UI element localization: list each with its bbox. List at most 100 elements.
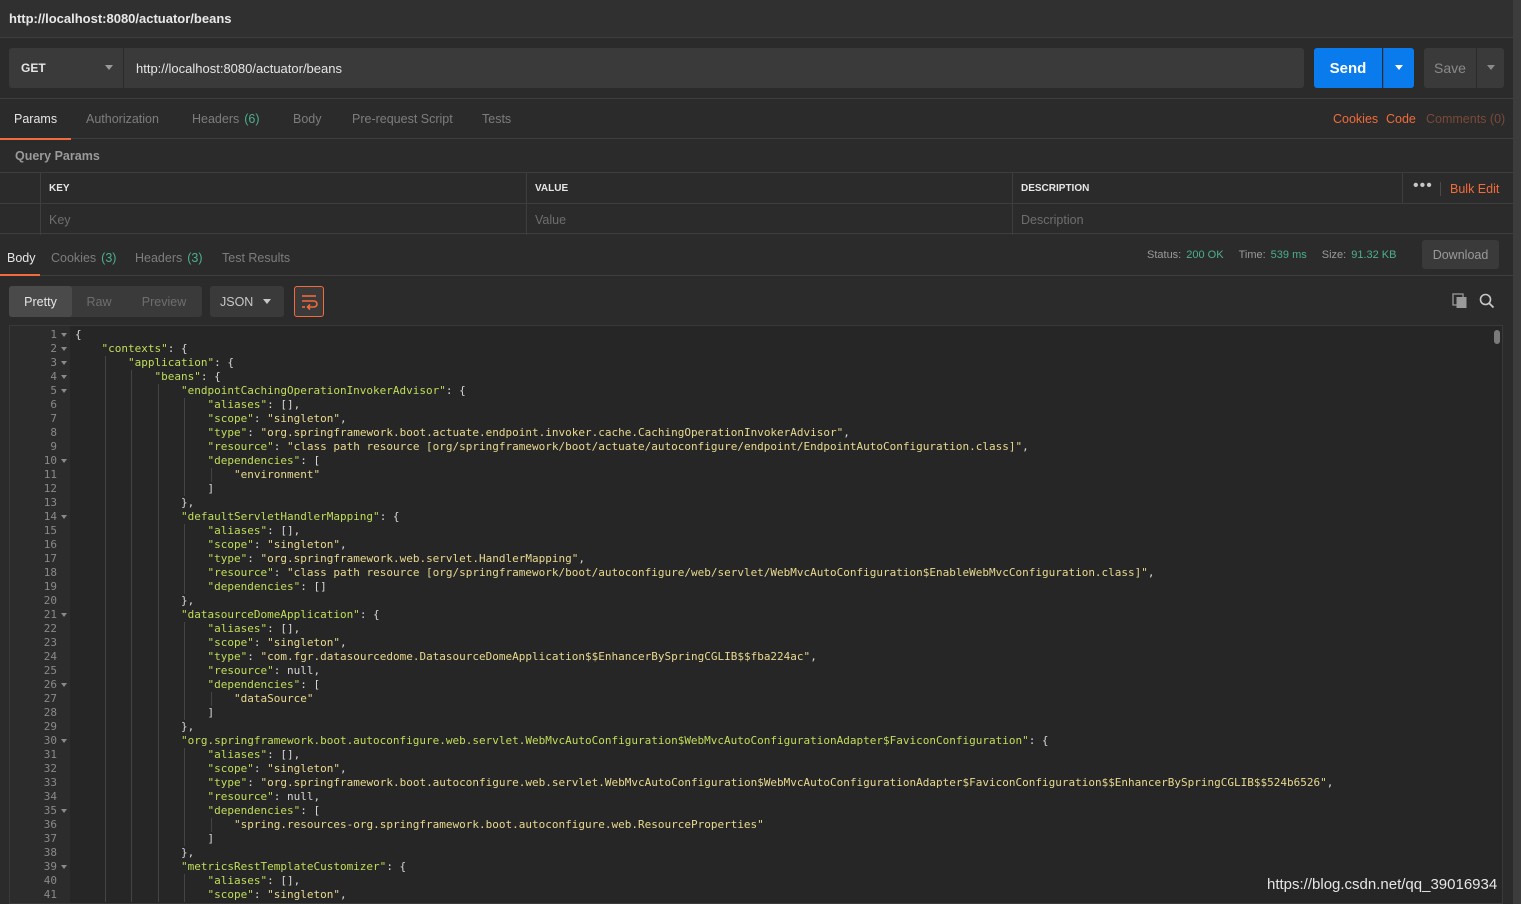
send-options-button[interactable] [1383, 48, 1414, 88]
indent-guide [157, 426, 159, 440]
line-number: 25 [43, 664, 57, 677]
code-link[interactable]: Code [1386, 112, 1416, 126]
description-input[interactable]: Description [1012, 204, 1513, 235]
tab-response-body[interactable]: Body [0, 240, 39, 276]
json-key: "type" [207, 552, 248, 565]
tab-body[interactable]: Body [293, 99, 322, 139]
chevron-down-icon [105, 65, 113, 70]
raw-button[interactable]: Raw [72, 286, 126, 317]
fold-arrow-icon[interactable] [61, 739, 67, 743]
preview-button[interactable]: Preview [126, 286, 202, 317]
indent-guide [157, 664, 159, 678]
indent-guide [131, 622, 132, 636]
code-punct: , [1147, 566, 1155, 579]
line-number: 33 [43, 776, 57, 789]
tab-params[interactable]: Params [0, 99, 72, 140]
response-status: Status: 200 OK Time: 539 ms Size: 91.32 KB [1147, 249, 1397, 261]
code-text: "defaultServletHandlerMapping": { [181, 510, 400, 524]
code-punct: , [578, 552, 586, 565]
tab-response-cookies[interactable]: Cookies (3) [51, 240, 116, 275]
indent-guide [184, 762, 185, 776]
view-mode-group: Pretty Raw Preview [9, 286, 202, 317]
fold-arrow-icon[interactable] [61, 683, 67, 687]
wrap-lines-button[interactable] [294, 286, 324, 317]
tab-tests[interactable]: Tests [482, 99, 511, 139]
code-text: "beans": { [155, 370, 221, 384]
indent-guide [157, 454, 159, 468]
code-punct: , [339, 412, 347, 425]
fold-arrow-icon[interactable] [61, 347, 67, 351]
fold-arrow-icon[interactable] [61, 375, 67, 379]
code-punct: : { [386, 860, 407, 873]
code-text: "scope": "singleton", [208, 412, 347, 426]
url-input[interactable] [124, 48, 1304, 88]
save-button[interactable]: Save [1424, 48, 1476, 88]
bulk-edit-link[interactable]: Bulk Edit [1450, 182, 1499, 196]
fold-arrow-icon[interactable] [61, 809, 67, 813]
fold-arrow-icon[interactable] [61, 459, 67, 463]
value-column-header: VALUE [526, 173, 1013, 204]
save-options-button[interactable] [1477, 48, 1504, 88]
fold-arrow-icon[interactable] [61, 389, 67, 393]
indent-guide [104, 846, 106, 860]
cookies-link[interactable]: Cookies [1333, 112, 1378, 126]
indent-guide [104, 636, 106, 650]
search-icon[interactable] [1479, 293, 1495, 309]
window-scrollbar[interactable] [1513, 0, 1521, 904]
fold-arrow-icon[interactable] [61, 613, 67, 617]
indent-guide [104, 468, 106, 482]
response-body-editor[interactable]: 1{2 "contexts": {3 "application": {4 "beans… [9, 325, 1503, 904]
line-number: 41 [43, 888, 57, 901]
indent-guide [131, 678, 132, 692]
indent-guide [131, 468, 132, 482]
query-params-label: Query Params [15, 149, 100, 163]
code-punct: : [273, 440, 287, 453]
description-column-header: DESCRIPTION [1012, 173, 1402, 204]
indent-guide [184, 482, 185, 496]
pretty-button[interactable]: Pretty [9, 286, 72, 317]
tab-response-headers[interactable]: Headers (3) [135, 240, 203, 275]
code-text: "aliases": [], [208, 398, 301, 412]
code-punct: , [339, 538, 347, 551]
tab-pre-request-script[interactable]: Pre-request Script [352, 99, 453, 139]
code-line: 12] [10, 482, 1490, 496]
tab-headers[interactable]: Headers (6) [192, 99, 260, 139]
copy-icon[interactable] [1452, 293, 1468, 309]
indent-guide [157, 440, 159, 454]
fold-arrow-icon[interactable] [61, 361, 67, 365]
indent-guide [157, 790, 159, 804]
indent-guide [184, 818, 185, 832]
line-number: 19 [43, 580, 57, 593]
table-row: Key Value Description [0, 204, 1513, 235]
code-text: { [75, 328, 82, 342]
line-number: 22 [43, 622, 57, 635]
key-input[interactable]: Key [40, 204, 527, 235]
code-punct: ] [207, 482, 215, 495]
code-text: "metricsRestTemplateCustomizer": { [181, 860, 406, 874]
indent-guide [131, 860, 132, 874]
download-button[interactable]: Download [1422, 240, 1499, 269]
code-punct: : [253, 538, 268, 551]
code-line: 21 "datasourceDomeApplication": { [10, 608, 1490, 622]
comments-link[interactable]: Comments (0) [1426, 112, 1505, 126]
format-select[interactable]: JSON [210, 286, 284, 317]
value-input[interactable]: Value [526, 204, 1013, 235]
fold-arrow-icon[interactable] [61, 515, 67, 519]
indent-guide [157, 622, 159, 636]
method-select[interactable]: GET [9, 48, 123, 88]
chevron-down-icon [1395, 65, 1403, 70]
editor-scrollbar-thumb[interactable] [1494, 330, 1500, 344]
code-punct: : { [167, 342, 188, 355]
code-text: "aliases": [], [208, 622, 301, 636]
fold-arrow-icon[interactable] [61, 865, 67, 869]
tab-authorization[interactable]: Authorization [86, 99, 159, 139]
code-punct: , [1326, 776, 1334, 789]
code-text: }, [181, 496, 194, 510]
send-button[interactable]: Send [1314, 48, 1382, 88]
more-options-icon[interactable]: ••• [1413, 178, 1433, 194]
fold-arrow-icon[interactable] [61, 333, 67, 337]
tab-test-results[interactable]: Test Results [222, 240, 290, 275]
indent-guide [157, 678, 159, 692]
indent-guide [104, 608, 106, 622]
json-key: "scope" [207, 538, 254, 551]
